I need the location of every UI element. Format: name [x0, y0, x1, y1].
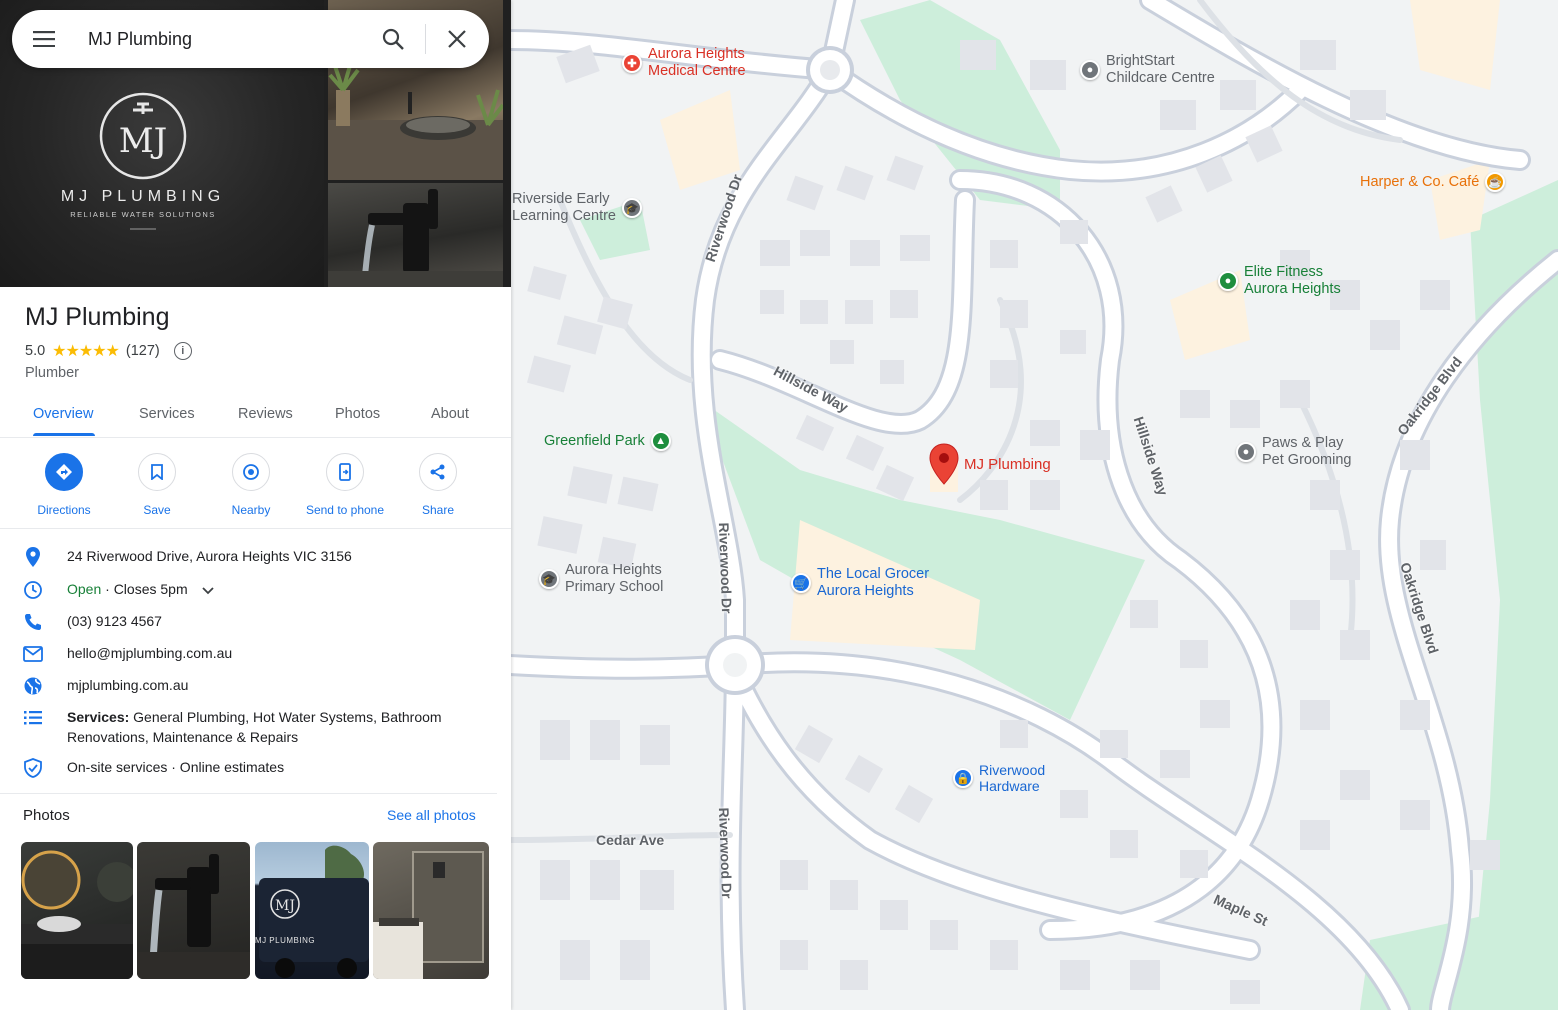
shield-check-icon — [22, 757, 44, 779]
review-count[interactable]: (127) — [126, 343, 160, 359]
nearby-icon — [243, 464, 259, 480]
close-icon — [448, 30, 466, 48]
logo-tagline: RELIABLE WATER SOLUTIONS — [70, 210, 216, 219]
place-icon: ● — [1080, 60, 1100, 80]
tab-photos[interactable]: Photos — [335, 406, 380, 422]
chevron-down-icon[interactable] — [201, 580, 214, 600]
hamburger-menu-icon — [33, 31, 55, 47]
rating-value: 5.0 — [25, 343, 46, 359]
share-button[interactable]: Share — [398, 453, 478, 517]
services-list-continued: Renovations, Maintenance & Repairs — [67, 729, 299, 745]
poi-greenfield-park[interactable]: Greenfield Park ▲ — [544, 431, 671, 451]
active-tab-indicator — [33, 433, 95, 436]
poi-aurora-heights-primary-school[interactable]: 🎓 Aurora Heights Primary School — [539, 562, 663, 596]
save-button[interactable]: Save — [117, 453, 197, 517]
fitness-icon: ● — [1218, 271, 1238, 291]
selected-place-label: MJ Plumbing — [964, 456, 1051, 473]
poi-local-grocer[interactable]: 🛒 The Local Grocer Aurora Heights — [791, 566, 929, 600]
park-icon: ▲ — [650, 431, 671, 451]
van-logo-wordmark: MJ PLUMBING — [255, 936, 315, 945]
phone-icon — [22, 611, 44, 633]
tab-about[interactable]: About — [431, 406, 469, 422]
search-box — [12, 10, 489, 68]
place-category[interactable]: Plumber — [25, 365, 79, 381]
tab-services[interactable]: Services — [139, 406, 195, 422]
rating-row: 5.0 ★★★★★ (127) i — [25, 341, 192, 361]
poi-aurora-heights-medical-centre[interactable]: ✚ Aurora Heights Medical Centre — [622, 46, 746, 80]
place-title: MJ Plumbing — [25, 303, 170, 331]
open-status: Open — [67, 581, 102, 597]
shopping-bag-icon: 🔒 — [953, 768, 973, 788]
address-text: 24 Riverwood Drive, Aurora Heights VIC 3… — [67, 548, 352, 564]
selected-place-pin[interactable]: MJ Plumbing — [929, 443, 1051, 485]
nearby-button[interactable]: Nearby — [211, 453, 291, 517]
directions-button[interactable]: Directions — [24, 453, 104, 517]
search-icon — [382, 28, 404, 50]
phone-number: (03) 9123 4567 — [67, 613, 162, 629]
list-icon — [22, 707, 44, 729]
logo-monogram: MJ — [119, 121, 167, 161]
poi-riverwood-hardware[interactable]: 🔒 Riverwood Hardware — [953, 762, 1045, 794]
website-link: mjplumbing.com.au — [67, 677, 189, 693]
poi-elite-fitness[interactable]: ● Elite Fitness Aurora Heights — [1218, 264, 1341, 298]
poi-brightstart-childcare[interactable]: ● BrightStart Childcare Centre — [1080, 53, 1215, 87]
search-divider — [425, 24, 426, 54]
hero-photo-black-tap[interactable] — [328, 183, 503, 288]
closing-time: · Closes 5pm — [101, 581, 188, 597]
place-details-panel: MJ MJ PLUMBING RELIABLE WATER SOLUTIONS — [0, 0, 511, 1010]
clear-search-button[interactable] — [440, 22, 474, 56]
globe-icon — [22, 675, 44, 697]
service-highlights: On-site services · Online estimates — [67, 759, 285, 775]
photos-section-title: Photos — [23, 807, 70, 824]
services-label: Services: — [67, 709, 130, 725]
email-address: hello@mjplumbing.com.au — [67, 645, 233, 661]
road-label-riverwood-dr: Riverwood Dr — [715, 807, 736, 899]
search-input[interactable] — [88, 28, 368, 50]
road-label-riverwood-dr: Riverwood Dr — [715, 522, 736, 614]
tab-overview[interactable]: Overview — [33, 406, 93, 422]
poi-paws-and-play[interactable]: ● Paws & Play Pet Grooming — [1236, 435, 1351, 469]
photo-thumbnail-bathroom-mirror[interactable] — [21, 842, 133, 979]
star-rating: ★★★★★ — [52, 343, 120, 360]
clock-icon — [22, 579, 44, 601]
tab-bar: Overview Services Reviews Photos About — [0, 398, 511, 438]
photo-thumbnail-shower[interactable] — [373, 842, 489, 979]
logo-wordmark: MJ PLUMBING — [61, 188, 225, 205]
see-all-photos-link[interactable]: See all photos — [387, 807, 476, 823]
van-logo-monogram: MJ — [275, 898, 295, 914]
bookmark-icon — [151, 464, 163, 480]
shopping-cart-icon: 🛒 — [791, 573, 811, 593]
action-buttons: Directions Save Nearby Send to phone Sha… — [0, 449, 511, 529]
location-pin-icon — [22, 546, 44, 568]
school-icon: 🎓 — [622, 198, 642, 218]
search-button[interactable] — [376, 22, 410, 56]
poi-riverside-early-learning[interactable]: Riverside Early Learning Centre 🎓 — [512, 191, 642, 225]
photo-thumbnail-black-tap[interactable] — [137, 842, 250, 979]
email-icon — [22, 643, 44, 665]
map-pin-icon — [929, 443, 959, 485]
poi-harper-cafe[interactable]: Harper & Co. Café ☕ — [1360, 172, 1506, 192]
road-label-cedar-ave: Cedar Ave — [596, 832, 665, 848]
place-icon: ● — [1236, 442, 1256, 462]
share-icon — [430, 464, 445, 480]
school-icon: 🎓 — [539, 569, 559, 589]
info-icon[interactable]: i — [173, 342, 192, 360]
send-to-phone-icon — [339, 463, 351, 481]
directions-icon — [56, 464, 72, 480]
menu-button[interactable] — [12, 10, 76, 68]
send-to-phone-button[interactable]: Send to phone — [305, 453, 385, 517]
section-divider — [0, 793, 497, 794]
photo-thumbnail-branded-van[interactable]: MJ MJ PLUMBING — [255, 842, 369, 979]
tab-reviews[interactable]: Reviews — [238, 406, 293, 422]
hospital-icon: ✚ — [622, 53, 642, 73]
cafe-icon: ☕ — [1485, 172, 1506, 192]
services-list: General Plumbing, Hot Water Systems, Bat… — [129, 709, 442, 725]
